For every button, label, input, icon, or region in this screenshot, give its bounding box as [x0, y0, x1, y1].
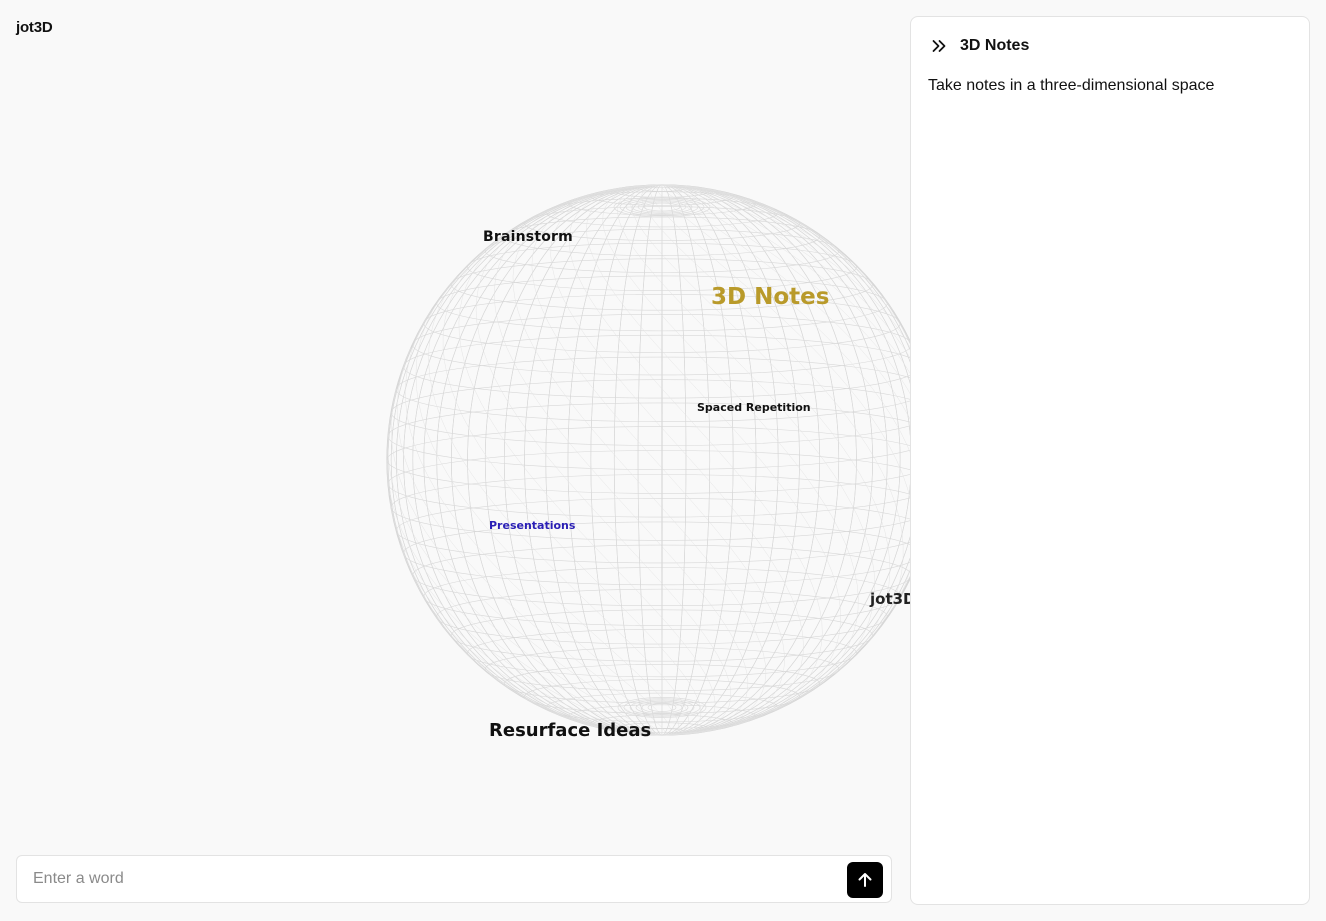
- word-input[interactable]: [33, 856, 833, 902]
- sphere-word-resurface-ideas[interactable]: Resurface Ideas: [489, 720, 651, 741]
- panel-title: 3D Notes: [960, 37, 1030, 54]
- submit-word-button[interactable]: [847, 862, 883, 898]
- sphere-canvas[interactable]: Brainstorm 3D Notes Spaced Repetition Pr…: [0, 0, 910, 850]
- panel-header: 3D Notes: [929, 35, 1029, 57]
- arrow-up-icon: [858, 873, 872, 887]
- app-logo: jot3D: [16, 19, 53, 36]
- sphere-word-presentations[interactable]: Presentations: [489, 519, 575, 532]
- sphere-word-spaced-repetition[interactable]: Spaced Repetition: [697, 401, 811, 414]
- notes-side-panel: 3D Notes Take notes in a three-dimension…: [910, 16, 1310, 905]
- chevrons-right-icon[interactable]: [929, 36, 949, 56]
- app-root: Brainstorm 3D Notes Spaced Repetition Pr…: [0, 0, 1326, 921]
- sphere-word-brainstorm[interactable]: Brainstorm: [483, 229, 573, 245]
- sphere-word-3d-notes[interactable]: 3D Notes: [711, 284, 829, 310]
- sphere-word-jot3d[interactable]: jot3D: [870, 590, 910, 608]
- wireframe-sphere[interactable]: [0, 0, 910, 850]
- panel-description: Take notes in a three-dimensional space: [928, 77, 1215, 94]
- word-input-bar: [16, 855, 892, 903]
